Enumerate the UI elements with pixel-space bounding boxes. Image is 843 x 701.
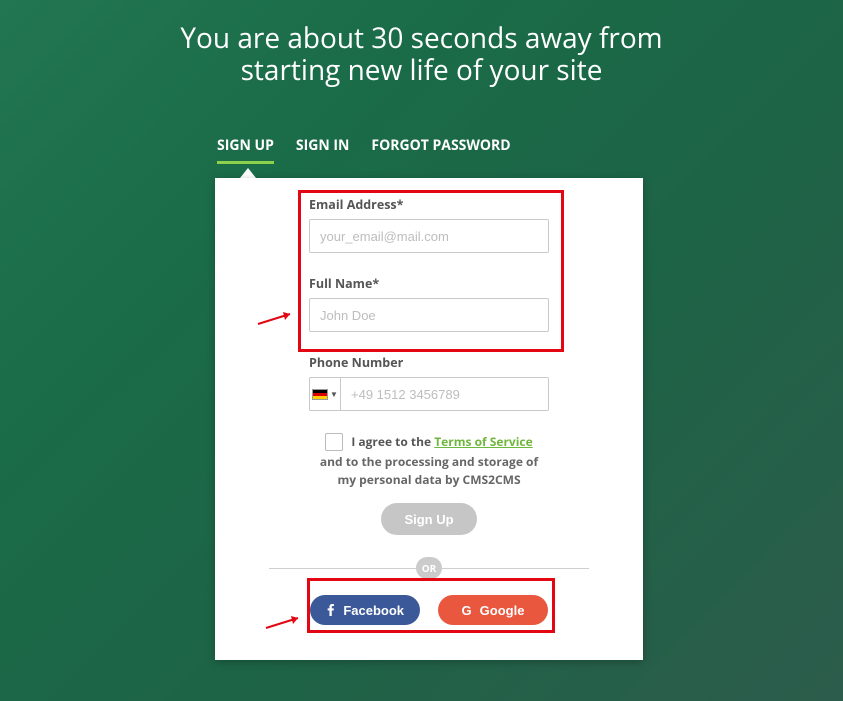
phone-label: Phone Number [309, 354, 549, 371]
heading-line-2: starting new life of your site [0, 54, 843, 86]
facebook-icon [326, 604, 335, 616]
flag-de-icon [312, 389, 328, 400]
social-login-row: Facebook G Google [309, 595, 549, 625]
tab-signup[interactable]: SIGN UP [217, 136, 274, 164]
signup-button[interactable]: Sign Up [381, 503, 477, 535]
consent-block: I agree to the Terms of Service and to t… [309, 433, 549, 489]
google-login-button[interactable]: G Google [438, 595, 548, 625]
active-tab-pointer [240, 168, 256, 178]
email-field[interactable] [309, 219, 549, 253]
email-group: Email Address* [309, 196, 549, 253]
phone-country-selector[interactable]: ▼ [309, 377, 340, 411]
chevron-down-icon: ▼ [330, 389, 338, 400]
consent-checkbox[interactable] [325, 433, 343, 451]
google-label: Google [480, 603, 525, 618]
fullname-group: Full Name* [309, 275, 549, 332]
page-background: You are about 30 seconds away from start… [0, 0, 843, 701]
tab-signin[interactable]: SIGN IN [296, 136, 350, 164]
divider-or-label: OR [416, 557, 442, 579]
consent-line-3: my personal data by CMS2CMS [309, 471, 549, 489]
annotation-arrow-icon [264, 614, 308, 632]
google-icon: G [462, 603, 472, 618]
tab-forgot-password[interactable]: FORGOT PASSWORD [371, 136, 510, 164]
email-label: Email Address* [309, 196, 549, 213]
page-heading: You are about 30 seconds away from start… [0, 22, 843, 86]
consent-prefix: I agree to the [351, 433, 434, 450]
phone-group: Phone Number ▼ [309, 354, 549, 411]
phone-field[interactable] [340, 377, 549, 411]
facebook-login-button[interactable]: Facebook [310, 595, 420, 625]
consent-line-2: and to the processing and storage of [309, 453, 549, 471]
facebook-label: Facebook [343, 603, 404, 618]
annotation-arrow-icon [256, 310, 300, 328]
signup-card: Email Address* Full Name* Phone Number ▼… [215, 178, 643, 660]
fullname-label: Full Name* [309, 275, 549, 292]
heading-line-1: You are about 30 seconds away from [0, 22, 843, 54]
auth-tabs: SIGN UP SIGN IN FORGOT PASSWORD [217, 136, 511, 164]
terms-of-service-link[interactable]: Terms of Service [434, 433, 532, 450]
social-divider: OR [269, 557, 589, 579]
fullname-field[interactable] [309, 298, 549, 332]
